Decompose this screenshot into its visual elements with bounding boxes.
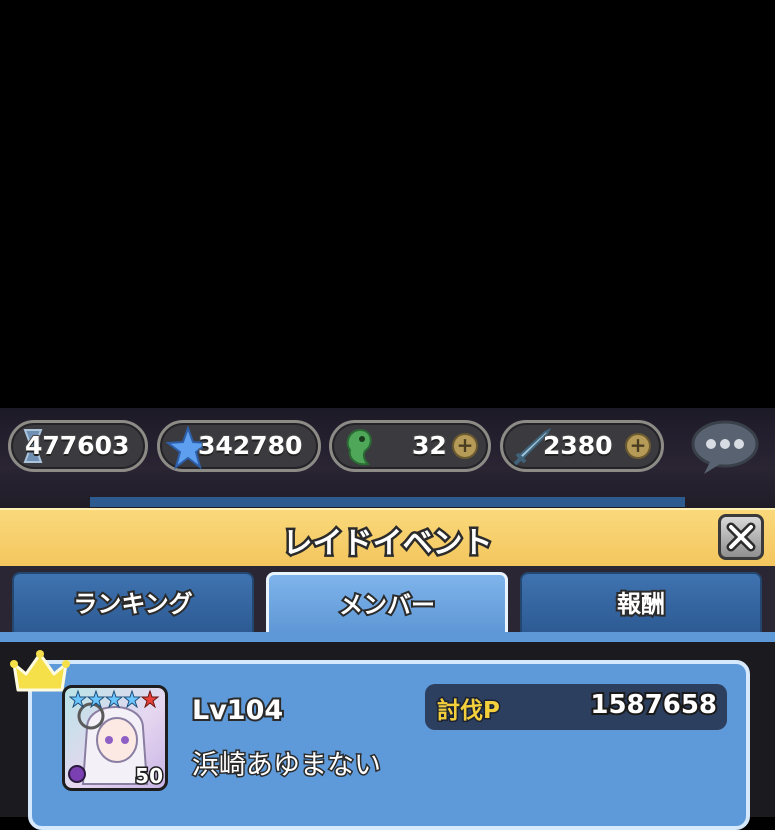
add-sword-button[interactable]: +: [625, 433, 651, 459]
sword-currency-value: 2380: [542, 430, 614, 461]
add-soul-button[interactable]: +: [452, 433, 478, 459]
tab-members[interactable]: メンバー: [266, 572, 508, 632]
empty-top-area: [0, 0, 775, 408]
crown-icon: [10, 650, 70, 692]
star-currency-value: 342780: [197, 430, 303, 461]
rarity-stars-icon: [69, 690, 160, 708]
soul-icon: [346, 428, 372, 466]
score-box: 討伐P 1587658: [425, 684, 727, 730]
currency-bar: 477603 342780 32 + 2380 +: [0, 408, 775, 508]
score-label: 討伐P: [436, 697, 502, 726]
background-strip: [90, 497, 685, 507]
tab-rewards[interactable]: 報酬: [520, 572, 762, 632]
star-currency-pill[interactable]: 342780: [157, 420, 321, 472]
chat-icon[interactable]: [690, 418, 760, 476]
member-avatar[interactable]: 50: [62, 685, 168, 791]
member-level: Lv104: [190, 693, 285, 728]
tab-ranking[interactable]: ランキング: [12, 572, 254, 632]
hourglass-currency-pill[interactable]: 477603: [8, 420, 148, 472]
soul-currency-value: 32: [411, 430, 448, 461]
avatar-level: 50: [134, 763, 165, 789]
title-bar: レイドイベント: [0, 508, 775, 568]
soul-currency-pill[interactable]: 32 +: [329, 420, 491, 472]
page-title: レイドイベント: [280, 524, 495, 564]
close-button[interactable]: [718, 514, 764, 560]
sword-currency-pill[interactable]: 2380 +: [500, 420, 664, 472]
member-name: 浜崎あゆまない: [191, 749, 383, 783]
hourglass-currency-value: 477603: [24, 430, 130, 461]
close-icon: [726, 522, 756, 552]
score-value: 1587658: [588, 688, 719, 722]
tab-underline: [0, 632, 775, 642]
